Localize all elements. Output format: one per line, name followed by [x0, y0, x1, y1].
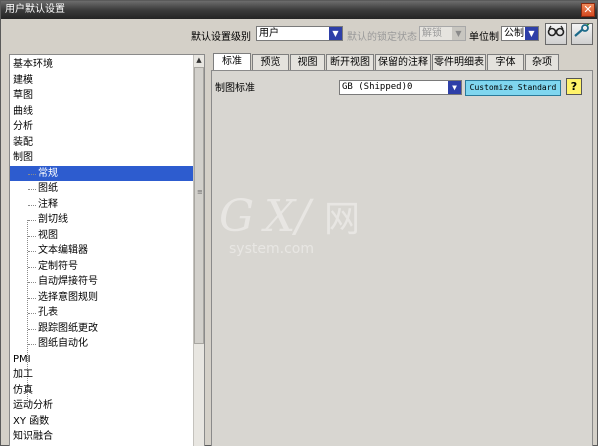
tree-item[interactable]: 常规: [10, 165, 193, 181]
tree-item[interactable]: 草图: [10, 88, 193, 103]
tree-connector: [28, 220, 36, 221]
category-tree[interactable]: 基本环境 建模 草图 曲线 分析 装配 制图 常规 图纸 注释 剖切线 视图 文本编辑器 定制符号 自动焊接…: [9, 54, 205, 446]
tree-item[interactable]: 孔表: [10, 305, 193, 320]
tree-item[interactable]: 图纸: [10, 181, 193, 196]
tree-connector: [28, 204, 36, 206]
settings-panel: 标准 预览 视图 断开视图 保留的注释 零件明细表 字体 杂项 制图标准 GB (Shippe…: [209, 53, 598, 446]
level-label: 默认设置级别: [191, 32, 251, 43]
unit-select-value: 公制: [504, 28, 524, 39]
tree-item[interactable]: 图纸自动化: [10, 336, 193, 351]
tree-connector: [28, 189, 36, 190]
tree-scrollbar[interactable]: ▲ ≡: [193, 55, 204, 446]
tree-item[interactable]: 建模: [10, 73, 193, 88]
wrench-icon: [574, 23, 590, 37]
tree-item[interactable]: 基本环境: [10, 57, 193, 72]
tree-item[interactable]: PMI: [10, 352, 193, 367]
tree-item[interactable]: 注释: [10, 197, 193, 212]
scroll-thumb[interactable]: ≡: [194, 67, 204, 344]
chevron-down-icon[interactable]: ▼: [329, 27, 342, 40]
window-title: 用户默认设置: [5, 4, 65, 15]
tree-item[interactable]: 分析: [10, 119, 193, 134]
search-settings-button[interactable]: [545, 23, 567, 45]
help-button[interactable]: ?: [566, 78, 582, 95]
drafting-standard-value: GB (Shipped)0: [342, 82, 413, 92]
customize-standard-button[interactable]: Customize Standard: [465, 80, 561, 96]
level-select[interactable]: 用户 ▼: [256, 26, 343, 41]
tree-connector: [28, 313, 36, 314]
glasses-search-icon: [547, 25, 565, 37]
title-bar[interactable]: 用户默认设置 ✕: [1, 1, 597, 19]
tree-connector: [28, 173, 36, 175]
tab[interactable]: 预览: [252, 54, 289, 70]
tree-connector: [28, 297, 36, 299]
tab[interactable]: 标准: [213, 53, 251, 71]
chevron-down-icon[interactable]: ▼: [452, 27, 465, 40]
tab[interactable]: 杂项: [525, 54, 559, 70]
tree-item[interactable]: 跟踪图纸更改: [10, 321, 193, 336]
tree-connector: [28, 344, 36, 345]
tree-connector: [28, 266, 36, 268]
unit-label: 单位制: [469, 32, 499, 43]
tree-item[interactable]: 视图: [10, 228, 193, 243]
tree-item[interactable]: 选择意图规则: [10, 290, 193, 305]
toolbar: 默认设置级别 用户 ▼ 默认的锁定状态 解锁 ▼ 单位制 公制 ▼: [1, 19, 597, 53]
user-defaults-dialog: 用户默认设置 ✕ 默认设置级别 用户 ▼ 默认的锁定状态 解锁 ▼ 单位制 公制…: [0, 0, 598, 446]
tab[interactable]: 字体: [487, 54, 524, 70]
tab[interactable]: 保留的注释: [375, 54, 431, 70]
scroll-up-arrow-icon[interactable]: ▲: [194, 55, 204, 65]
tree-item[interactable]: XY 函数: [10, 414, 193, 429]
unit-select[interactable]: 公制 ▼: [501, 26, 539, 41]
lock-select[interactable]: 解锁 ▼: [419, 26, 466, 41]
tab[interactable]: 断开视图: [326, 54, 374, 70]
lock-label: 默认的锁定状态: [347, 32, 417, 43]
tree-item[interactable]: 知识融合: [10, 429, 193, 444]
tree-item[interactable]: 装配: [10, 135, 193, 150]
tree-item[interactable]: 文本编辑器: [10, 243, 193, 258]
tree-item[interactable]: 制图: [10, 150, 193, 165]
tree-connector: [28, 328, 36, 330]
tree-connector: [28, 251, 36, 252]
chevron-down-icon[interactable]: ▼: [525, 27, 538, 40]
chevron-down-icon[interactable]: ▼: [448, 81, 461, 94]
lock-select-value: 解锁: [422, 28, 442, 39]
tab-content: 制图标准 GB (Shipped)0 ▼ Customize Standard …: [211, 70, 593, 446]
tree-item[interactable]: 曲线: [10, 104, 193, 119]
tree-item[interactable]: 定制符号: [10, 259, 193, 274]
tree-item[interactable]: 加工: [10, 367, 193, 382]
tree-item[interactable]: 自动焊接符号: [10, 274, 193, 289]
tree-item[interactable]: 仿真: [10, 383, 193, 398]
grip-icon: ≡: [197, 188, 203, 196]
tree-item[interactable]: 运动分析: [10, 398, 193, 413]
manage-settings-button[interactable]: [571, 23, 593, 45]
close-button[interactable]: ✕: [581, 3, 595, 17]
tree-connector: [28, 235, 36, 237]
drafting-standard-select[interactable]: GB (Shipped)0 ▼: [339, 80, 462, 95]
tree-item[interactable]: 剖切线: [10, 212, 193, 227]
drafting-standard-label: 制图标准: [215, 83, 255, 94]
tab[interactable]: 零件明细表: [432, 54, 486, 70]
tab[interactable]: 视图: [290, 54, 325, 70]
level-select-value: 用户: [259, 28, 279, 39]
tree-connector: [28, 282, 36, 283]
